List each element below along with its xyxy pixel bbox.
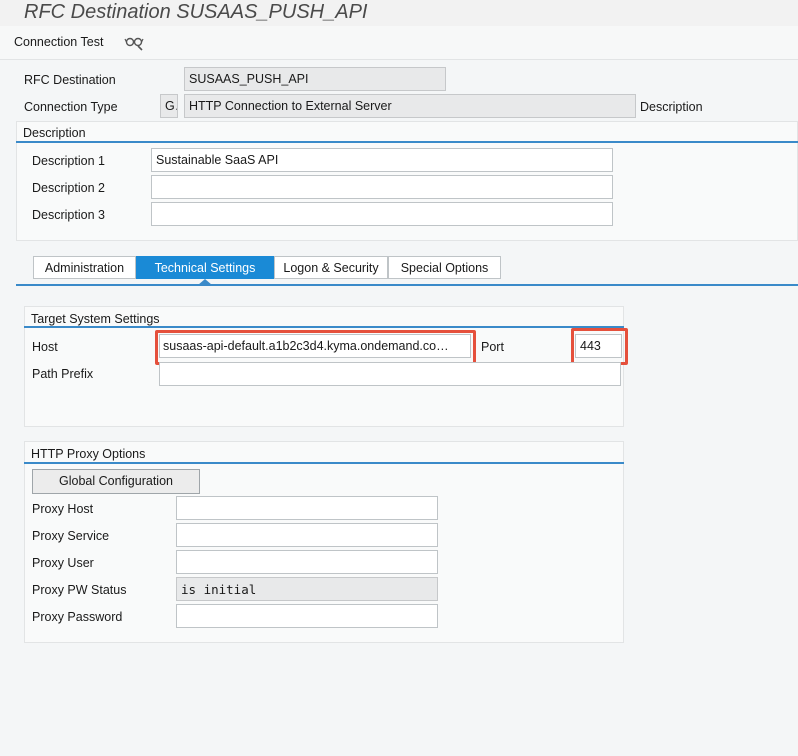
global-configuration-button[interactable]: Global Configuration (32, 469, 200, 494)
connection-test-button[interactable]: Connection Test (14, 35, 103, 49)
connection-type-code-field: G (160, 94, 178, 118)
proxy-service-input[interactable] (176, 523, 438, 547)
proxy-host-label: Proxy Host (32, 502, 94, 516)
description-3-label: Description 3 (32, 208, 105, 222)
description-2-label: Description 2 (32, 181, 105, 195)
description-1-label: Description 1 (32, 154, 105, 168)
proxy-user-label: Proxy User (32, 556, 94, 570)
path-prefix-input[interactable] (159, 362, 621, 386)
proxy-password-input[interactable] (176, 604, 438, 628)
tab-strip-line (16, 284, 798, 286)
description-group-line (16, 141, 798, 143)
proxy-pw-status-label: Proxy PW Status (32, 583, 127, 597)
description-1-input[interactable]: Sustainable SaaS API (151, 148, 613, 172)
page-title: RFC Destination SUSAAS_PUSH_API (24, 1, 368, 23)
rfc-destination-label: RFC Destination (24, 73, 116, 87)
target-system-group-title: Target System Settings (31, 312, 160, 326)
port-highlight-box (571, 328, 628, 365)
description-2-input[interactable] (151, 175, 613, 199)
http-proxy-group-title: HTTP Proxy Options (31, 447, 146, 461)
description-group-title: Description (23, 126, 86, 140)
target-system-group-line (24, 326, 624, 328)
toolbar (0, 26, 798, 60)
tab-special-options[interactable]: Special Options (388, 256, 501, 279)
proxy-host-input[interactable] (176, 496, 438, 520)
active-tab-pointer (198, 279, 212, 285)
proxy-service-label: Proxy Service (32, 529, 110, 543)
rfc-destination-field: SUSAAS_PUSH_API (184, 67, 446, 91)
proxy-user-input[interactable] (176, 550, 438, 574)
proxy-pw-status-field: is initial (176, 577, 438, 601)
host-label: Host (32, 340, 58, 354)
glasses-test-icon[interactable] (124, 33, 144, 51)
connection-type-field: HTTP Connection to External Server (184, 94, 636, 118)
proxy-password-label: Proxy Password (32, 610, 123, 624)
connection-type-description-label: Description (640, 100, 703, 114)
tab-logon-security[interactable]: Logon & Security (274, 256, 388, 279)
tab-technical-settings[interactable]: Technical Settings (136, 256, 274, 279)
tab-administration[interactable]: Administration (33, 256, 136, 279)
path-prefix-label: Path Prefix (32, 367, 94, 381)
port-label: Port (481, 340, 504, 354)
http-proxy-group-line (24, 462, 624, 464)
host-highlight-box (155, 330, 476, 365)
connection-type-label: Connection Type (24, 100, 118, 114)
description-3-input[interactable] (151, 202, 613, 226)
